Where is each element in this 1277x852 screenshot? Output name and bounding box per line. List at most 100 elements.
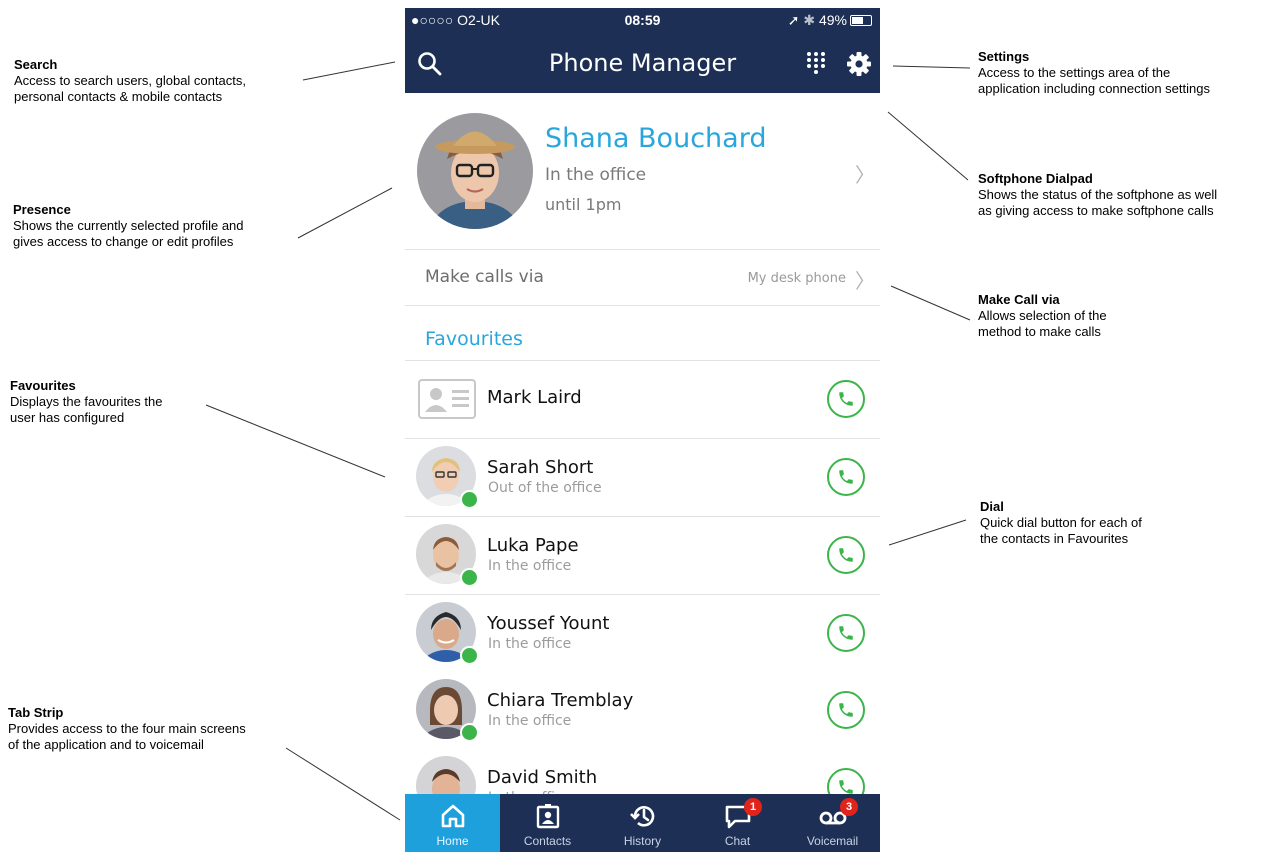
annotation-title: Search xyxy=(14,57,58,72)
favourite-contact-row[interactable]: Chiara Tremblay In the office xyxy=(405,672,880,750)
annotation-desc: user has configured xyxy=(10,410,125,425)
online-status-dot xyxy=(460,568,479,587)
history-icon xyxy=(630,806,655,827)
annotation-desc: Access to search users, global contacts, xyxy=(14,73,246,88)
tab-label: Voicemail xyxy=(806,834,859,848)
chevron-right-icon: 〉 xyxy=(855,269,875,293)
dialpad-icon[interactable] xyxy=(803,50,829,76)
dial-button[interactable] xyxy=(827,458,865,496)
annotation-desc: Displays the favourites the xyxy=(10,394,163,409)
annotation-search: Search Access to search users, global co… xyxy=(14,57,246,105)
contact-card-icon xyxy=(418,379,476,419)
favourite-contact-row[interactable]: Youssef Yount In the office xyxy=(405,595,880,673)
location-icon: ➚ xyxy=(787,12,800,28)
annotation-dial: Dial Quick dial button for each of the c… xyxy=(980,499,1142,547)
annotation-desc: Shows the status of the softphone as wel… xyxy=(978,187,1218,202)
annotation-desc: personal contacts & mobile contacts xyxy=(14,89,223,104)
gear-icon[interactable] xyxy=(845,50,873,78)
chat-badge: 1 xyxy=(744,798,762,816)
annotation-desc: gives access to change or edit profiles xyxy=(13,234,234,249)
contact-status: In the office xyxy=(488,636,572,652)
phone-icon xyxy=(839,392,853,406)
tab-label: Home xyxy=(436,834,469,848)
annotation-desc: Access to the settings area of the xyxy=(978,65,1171,80)
phone-icon xyxy=(839,548,853,562)
home-icon xyxy=(441,804,465,828)
contacts-icon xyxy=(536,804,560,829)
status-right: ➚ ✱ 49% xyxy=(788,12,872,29)
annotation-desc: Shows the currently selected profile and xyxy=(13,218,244,233)
annotation-title: Tab Strip xyxy=(8,705,64,720)
online-status-dot xyxy=(460,646,479,665)
annotation-title: Favourites xyxy=(10,378,76,393)
annotation-desc: method to make calls xyxy=(978,324,1101,339)
phone-icon xyxy=(839,703,853,717)
favourite-contact-row[interactable]: Luka Pape In the office xyxy=(405,517,880,595)
chevron-right-icon: 〉 xyxy=(855,163,875,187)
nav-bar: Phone Manager xyxy=(405,34,880,93)
tab-home[interactable]: Home xyxy=(405,794,500,852)
annotation-desc: Allows selection of the xyxy=(978,308,1107,323)
battery-icon xyxy=(850,15,872,26)
tab-label: Contacts xyxy=(523,834,572,848)
presence-panel[interactable]: Shana Bouchard In the office until 1pm 〉 xyxy=(405,93,880,250)
contact-name: Chiara Tremblay xyxy=(487,690,634,711)
status-bar: ●○○○○ O2-UK 08:59 ➚ ✱ 49% xyxy=(405,8,880,34)
annotation-title: Presence xyxy=(13,202,71,217)
online-status-dot xyxy=(460,490,479,509)
contact-status: Out of the office xyxy=(488,480,602,496)
annotation-presence: Presence Shows the currently selected pr… xyxy=(13,202,244,250)
dial-button[interactable] xyxy=(827,536,865,574)
favourites-title: Favourites xyxy=(425,328,523,350)
phone-icon xyxy=(839,626,853,640)
annotation-desc: Provides access to the four main screens xyxy=(8,721,246,736)
phone-icon xyxy=(839,470,853,484)
tab-label: History xyxy=(623,834,662,848)
annotation-make-call-via: Make Call via Allows selection of the me… xyxy=(978,292,1107,340)
dial-button[interactable] xyxy=(827,691,865,729)
tab-label: Chat xyxy=(724,834,751,848)
annotation-tab-strip: Tab Strip Provides access to the four ma… xyxy=(8,705,246,753)
annotation-desc: Quick dial button for each of xyxy=(980,515,1142,530)
tab-strip: Home Contacts History 1 Chat 3 Voicemail xyxy=(405,794,880,852)
bluetooth-icon: ✱ xyxy=(803,12,816,28)
contact-status: In the office xyxy=(488,713,572,729)
favourite-contact-row[interactable]: Sarah Short Out of the office xyxy=(405,439,880,517)
contact-status: In the office xyxy=(488,558,572,574)
contact-name: Youssef Yount xyxy=(487,613,610,634)
contact-name: David Smith xyxy=(487,767,598,788)
online-status-dot xyxy=(460,723,479,742)
annotation-desc: application including connection setting… xyxy=(978,81,1210,96)
dial-button[interactable] xyxy=(827,614,865,652)
tab-chat[interactable]: 1 Chat xyxy=(690,794,785,852)
tab-history[interactable]: History xyxy=(595,794,690,852)
make-calls-value: My desk phone xyxy=(747,271,846,286)
annotation-favourites: Favourites Displays the favourites the u… xyxy=(10,378,162,426)
annotation-title: Dial xyxy=(980,499,1004,514)
tab-contacts[interactable]: Contacts xyxy=(500,794,595,852)
dial-button[interactable] xyxy=(827,380,865,418)
profile-status: In the office xyxy=(545,165,647,185)
tab-voicemail[interactable]: 3 Voicemail xyxy=(785,794,880,852)
favourite-contact-row[interactable]: Mark Laird xyxy=(405,361,880,439)
battery-percent: 49% xyxy=(818,12,847,28)
profile-until: until 1pm xyxy=(545,195,622,214)
annotation-settings: Settings Access to the settings area of … xyxy=(978,49,1210,97)
make-calls-label: Make calls via xyxy=(425,267,544,287)
make-calls-via-row[interactable]: Make calls via My desk phone 〉 xyxy=(405,250,880,306)
favourites-header: Favourites xyxy=(405,306,880,361)
annotation-title: Make Call via xyxy=(978,292,1060,307)
annotation-softphone-dialpad: Softphone Dialpad Shows the status of th… xyxy=(978,171,1217,219)
annotation-title: Settings xyxy=(978,49,1030,64)
contact-name: Luka Pape xyxy=(487,535,579,556)
profile-avatar xyxy=(417,113,533,229)
annotation-title: Softphone Dialpad xyxy=(978,171,1093,186)
contact-name: Mark Laird xyxy=(487,387,582,408)
voicemail-badge: 3 xyxy=(840,798,858,816)
annotation-desc: as giving access to make softphone calls xyxy=(978,203,1214,218)
profile-name: Shana Bouchard xyxy=(545,123,767,154)
phone-screen: ●○○○○ O2-UK 08:59 ➚ ✱ 49% Phone Manager xyxy=(405,8,880,852)
annotation-desc: of the application and to voicemail xyxy=(8,737,204,752)
contact-name: Sarah Short xyxy=(487,457,594,478)
annotation-desc: the contacts in Favourites xyxy=(980,531,1129,546)
